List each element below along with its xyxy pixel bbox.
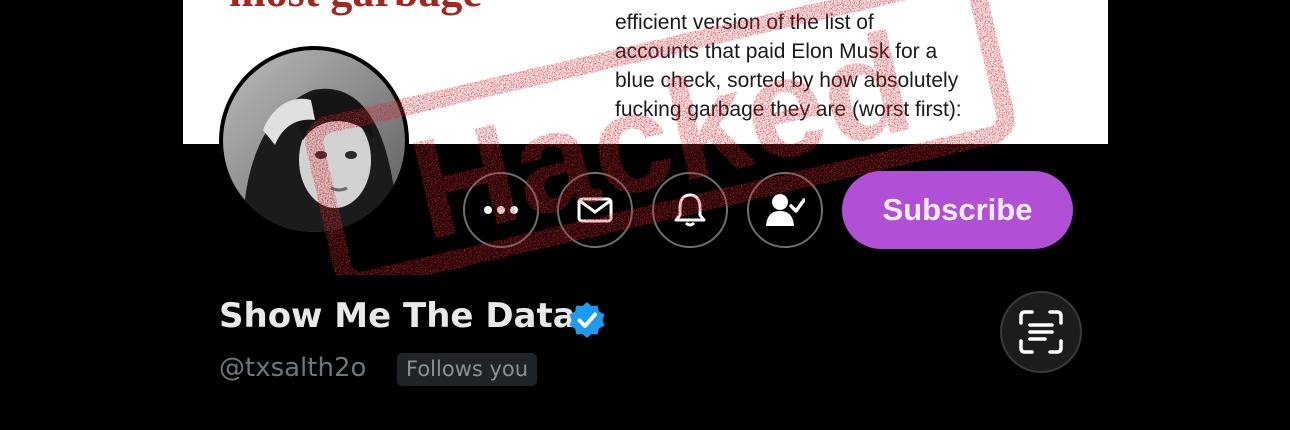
follows-you-badge: Follows you xyxy=(397,353,538,386)
avatar[interactable] xyxy=(219,46,409,236)
message-icon xyxy=(577,197,613,223)
banner-line: efficient version of the list of xyxy=(615,11,874,34)
user-handle: @txsalth2o xyxy=(219,353,367,383)
banner-line: accounts that paid Elon Musk for a xyxy=(615,40,938,63)
more-icon xyxy=(484,206,518,214)
display-name: Show Me The Data xyxy=(219,296,576,336)
more-button[interactable] xyxy=(463,172,539,248)
verified-badge-icon xyxy=(569,302,605,338)
following-check-icon xyxy=(766,194,805,226)
banner-line: blue check, sorted by how absolutely xyxy=(615,69,959,92)
profile-panel: most garbage efficient version of the li… xyxy=(183,0,1108,430)
notifications-button[interactable] xyxy=(652,172,728,248)
scan-text-button[interactable] xyxy=(1000,291,1082,373)
bell-icon xyxy=(674,193,706,227)
scan-text-icon xyxy=(1019,310,1063,354)
avatar-photo xyxy=(223,50,405,232)
banner-text: efficient version of the list of account… xyxy=(615,8,1035,124)
following-button[interactable] xyxy=(747,172,823,248)
subscribe-button[interactable]: Subscribe xyxy=(842,171,1073,249)
message-button[interactable] xyxy=(557,172,633,248)
banner-line: fucking garbage they are (worst first): xyxy=(615,98,962,121)
banner-heading: most garbage xyxy=(229,0,482,17)
